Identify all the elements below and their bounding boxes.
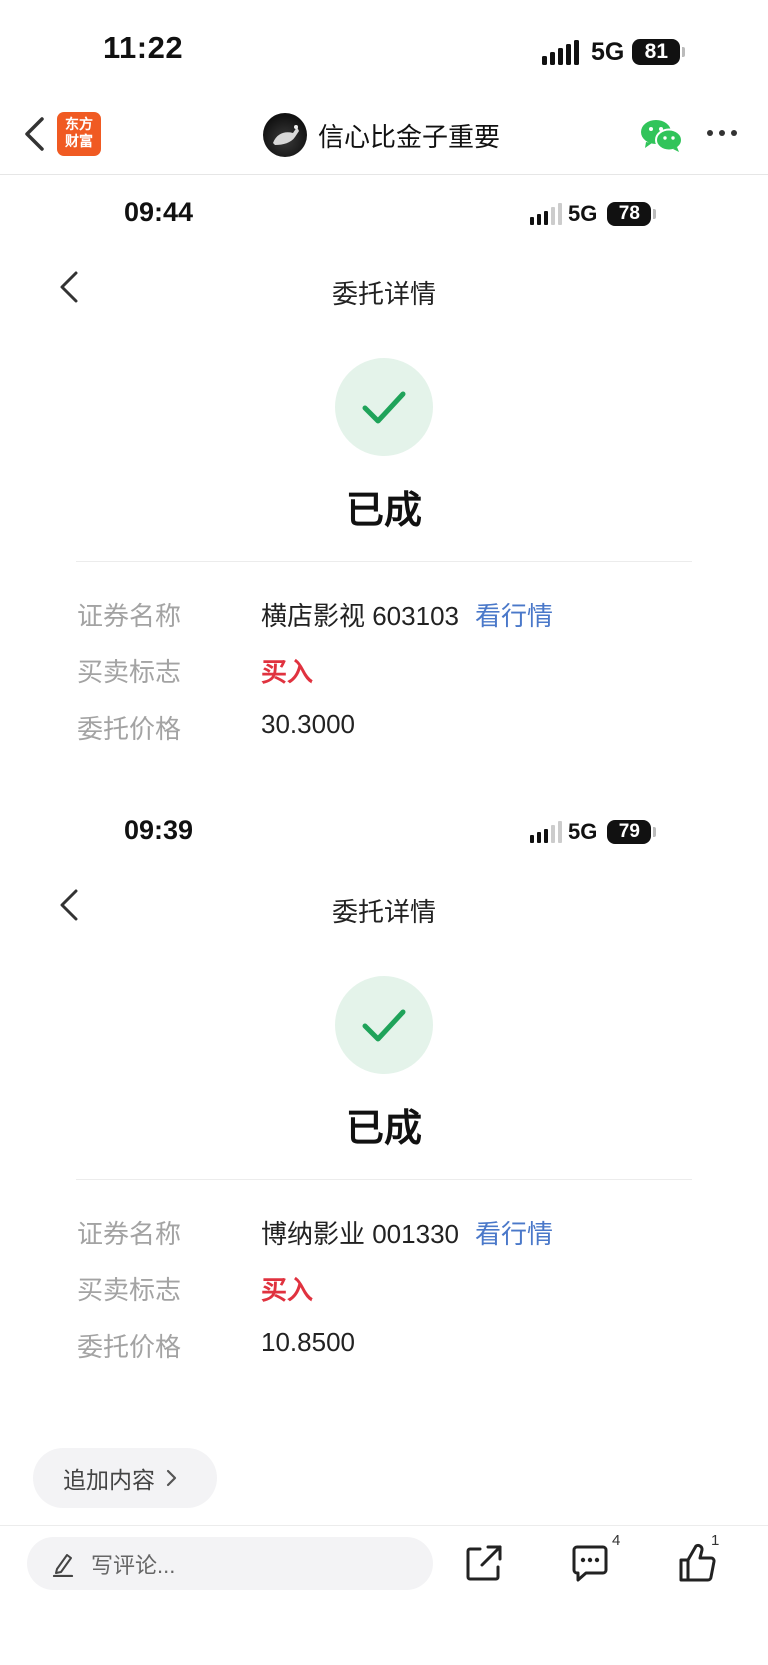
logo-line-1: 东方 <box>65 116 93 132</box>
label-security-name: 证券名称 <box>77 1219 182 1249</box>
value-security-name: 横店影视 603103 看行情 <box>261 596 553 633</box>
app-logo: 东方 财富 <box>57 112 101 156</box>
check-icon <box>362 1009 406 1042</box>
battery-icon: 81 <box>632 39 686 65</box>
inner-status-right: 5G 78 <box>530 201 657 227</box>
comment-count: 4 <box>612 1532 621 1549</box>
avatar[interactable] <box>263 113 307 157</box>
add-more-button[interactable]: 追加内容 <box>33 1448 217 1508</box>
comment-input[interactable]: 写评论... <box>27 1537 433 1590</box>
status-bar-right: 5G 81 <box>542 36 686 68</box>
battery-icon: 79 <box>607 820 657 844</box>
signal-icon <box>542 39 579 65</box>
pencil-icon <box>52 1553 74 1577</box>
section-divider <box>76 1179 692 1180</box>
signal-icon <box>530 821 562 843</box>
check-icon <box>362 391 406 424</box>
order-status: 已成 <box>345 490 422 532</box>
value-trade-direction: 买入 <box>261 657 314 687</box>
value-order-price: 30.3000 <box>261 709 355 739</box>
value-trade-direction: 买入 <box>261 1275 314 1305</box>
view-quote-link[interactable]: 看行情 <box>475 1219 553 1249</box>
label-trade-direction: 买卖标志 <box>77 1275 182 1305</box>
success-badge <box>335 358 433 456</box>
section-divider <box>76 561 692 562</box>
battery-level: 78 <box>607 202 652 226</box>
signal-icon <box>530 203 562 225</box>
comment-placeholder: 写评论... <box>91 1552 176 1578</box>
battery-level: 79 <box>607 820 652 844</box>
order-status: 已成 <box>345 1108 422 1150</box>
success-badge <box>335 976 433 1074</box>
label-order-price: 委托价格 <box>77 1332 182 1362</box>
nav-divider <box>0 174 768 175</box>
add-more-label: 追加内容 <box>63 1467 155 1493</box>
label-trade-direction: 买卖标志 <box>77 657 182 687</box>
value-order-price: 10.8500 <box>261 1327 355 1357</box>
battery-icon: 78 <box>607 202 657 226</box>
network-label: 5G <box>591 37 625 66</box>
screen-title: 委托详情 <box>331 897 436 927</box>
more-options-icon[interactable] <box>707 130 737 136</box>
page-title: 信心比金子重要 <box>318 122 501 152</box>
security-name-text: 博纳影业 001330 <box>261 1219 459 1249</box>
value-security-name: 博纳影业 001330 看行情 <box>261 1214 553 1251</box>
network-label: 5G <box>568 819 598 844</box>
back-icon[interactable] <box>22 116 48 152</box>
screen-title: 委托详情 <box>331 279 436 309</box>
status-bar-time: 11:22 <box>103 30 184 65</box>
label-order-price: 委托价格 <box>77 714 182 744</box>
view-quote-link[interactable]: 看行情 <box>475 601 553 631</box>
bottom-divider <box>0 1525 768 1526</box>
chevron-right-icon <box>166 1469 177 1487</box>
wechat-share-icon[interactable] <box>640 118 684 154</box>
inner-status-time: 09:44 <box>124 197 194 227</box>
like-count: 1 <box>711 1532 720 1549</box>
logo-line-2: 财富 <box>65 133 93 149</box>
comment-icon[interactable] <box>568 1541 612 1585</box>
share-icon[interactable] <box>462 1541 506 1585</box>
security-name-text: 横店影视 603103 <box>261 601 459 631</box>
label-security-name: 证券名称 <box>77 601 182 631</box>
battery-level: 81 <box>632 39 681 65</box>
network-label: 5G <box>568 201 598 226</box>
inner-status-right: 5G 79 <box>530 819 657 845</box>
inner-status-time: 09:39 <box>124 815 194 845</box>
